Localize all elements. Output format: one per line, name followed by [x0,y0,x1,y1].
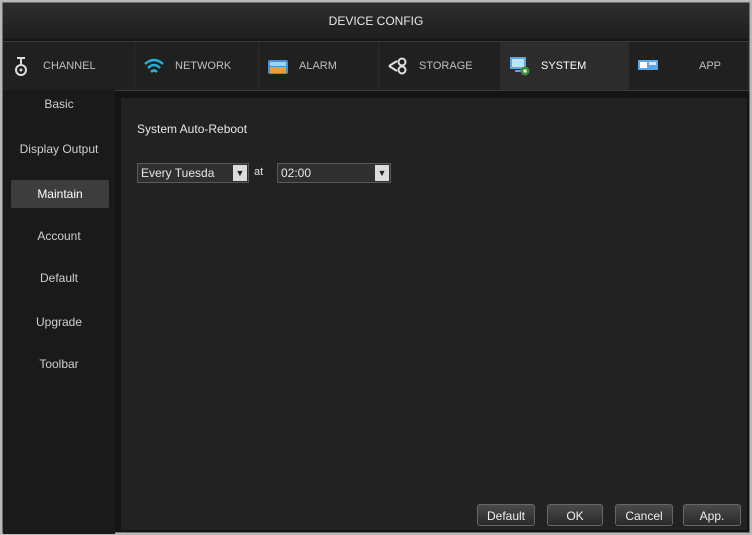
tab-system[interactable]: SYSTEM [501,42,629,90]
reboot-day-value: Every Tuesda [141,166,215,180]
sidebar-item-toolbar[interactable]: Toolbar [3,350,115,378]
tab-storage[interactable]: STORAGE [379,42,501,90]
alarm-icon [267,55,289,77]
sidebar: Basic Display Output Maintain Account De… [3,90,115,534]
wifi-icon [143,55,165,77]
tab-label: ALARM [299,60,337,72]
tab-label: APP [699,60,722,72]
apply-button[interactable]: App. [683,504,741,526]
tab-label: NETWORK [175,60,232,72]
cancel-button[interactable]: Cancel [615,504,673,526]
sidebar-item-display-output[interactable]: Display Output [3,135,115,163]
ok-button[interactable]: OK [547,504,603,526]
tab-app[interactable]: APP [629,42,749,90]
reboot-day-select[interactable]: Every Tuesda ▼ [137,163,249,183]
tab-channel[interactable]: CHANNEL [3,42,135,90]
tab-label: STORAGE [419,60,473,72]
storage-icon [387,55,409,77]
sidebar-item-maintain[interactable]: Maintain [11,180,109,208]
maintain-panel: System Auto-Reboot Every Tuesda ▼ at 02:… [121,98,747,530]
tab-label: SYSTEM [541,60,587,72]
system-icon [509,55,531,77]
window-title: DEVICE CONFIG [3,3,749,39]
sidebar-item-account[interactable]: Account [3,222,115,250]
sidebar-item-default[interactable]: Default [3,264,115,292]
device-config-window: DEVICE CONFIG CHANNEL NETWORK ALARM STOR… [2,2,750,534]
at-label: at [254,166,264,178]
chevron-down-icon: ▼ [233,165,247,181]
section-title: System Auto-Reboot [137,122,248,136]
app-icon [637,55,659,77]
tab-bar: CHANNEL NETWORK ALARM STORAGE SYSTEM APP [3,41,749,91]
tab-label: CHANNEL [43,60,96,72]
sidebar-item-basic[interactable]: Basic [3,90,115,118]
reboot-time-value: 02:00 [281,166,312,180]
tab-network[interactable]: NETWORK [135,42,259,90]
reboot-time-select[interactable]: 02:00 ▼ [277,163,391,183]
chevron-down-icon: ▼ [375,165,389,181]
sidebar-item-upgrade[interactable]: Upgrade [3,308,115,336]
tab-alarm[interactable]: ALARM [259,42,379,90]
camera-icon [11,55,33,77]
default-button[interactable]: Default [477,504,535,526]
